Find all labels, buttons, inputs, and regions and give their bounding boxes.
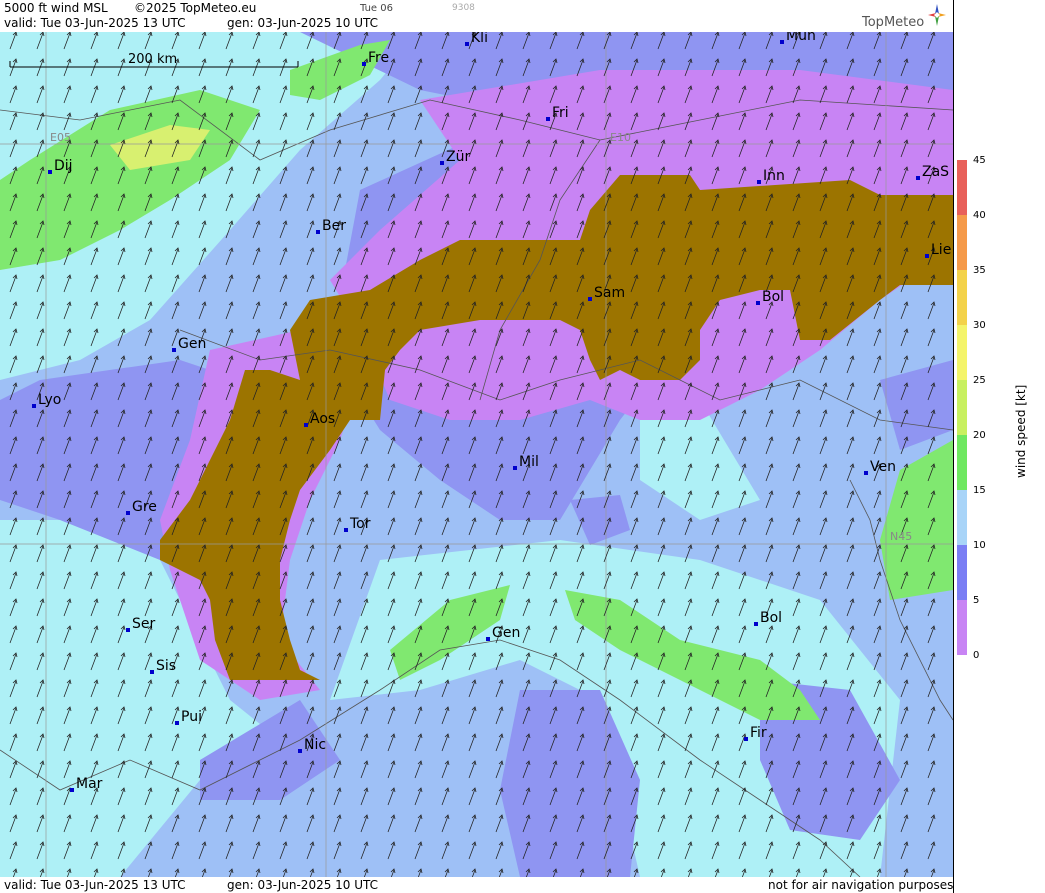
city-marker-icon <box>298 749 302 753</box>
city-marker-icon <box>344 528 348 532</box>
city-marker-icon <box>440 161 444 165</box>
city-marker-icon <box>126 511 130 515</box>
city-label[interactable]: Sam <box>588 285 625 301</box>
city-marker-icon <box>486 637 490 641</box>
disclaimer: not for air navigation purposes <box>768 878 954 892</box>
gen-time: gen: 03-Jun-2025 10 UTC <box>227 16 379 30</box>
city-marker-icon <box>126 628 130 632</box>
color-bar-segment <box>957 270 967 325</box>
city-marker-icon <box>175 721 179 725</box>
color-bar-segment <box>957 380 967 435</box>
city-marker-icon <box>780 40 784 44</box>
color-bar-segment <box>957 545 967 600</box>
city-marker-icon <box>916 176 920 180</box>
city-marker-icon <box>744 737 748 741</box>
scale-label: 200 km <box>128 52 178 67</box>
grid-label-e10: E10 <box>610 131 631 144</box>
city-marker-icon <box>70 788 74 792</box>
city-label[interactable]: Lie <box>925 242 951 258</box>
city-label[interactable]: Ber <box>316 218 346 234</box>
color-bar-segment <box>957 600 967 655</box>
city-label[interactable]: Ven <box>864 459 896 475</box>
city-marker-icon <box>316 230 320 234</box>
city-marker-icon <box>513 466 517 470</box>
city-marker-icon <box>32 404 36 408</box>
footer-gen-time: gen: 03-Jun-2025 10 UTC <box>227 878 379 892</box>
code-label: 9308 <box>452 3 475 13</box>
city-label[interactable]: Kli <box>465 32 488 46</box>
city-label[interactable]: Gre <box>126 499 157 515</box>
city-label[interactable]: Inn <box>757 168 785 184</box>
city-label[interactable]: Fre <box>362 50 389 66</box>
logo-compass-icon <box>928 4 946 26</box>
city-label[interactable]: Bol <box>754 610 782 626</box>
city-label[interactable]: Pui <box>175 709 202 725</box>
city-marker-icon <box>756 301 760 305</box>
city-marker-icon <box>588 297 592 301</box>
legend-tick: 45 <box>973 155 986 166</box>
city-marker-icon <box>362 62 366 66</box>
valid-time: valid: Tue 03-Jun-2025 13 UTC <box>4 16 186 30</box>
color-bar-segment <box>957 215 967 270</box>
city-label[interactable]: Mün <box>780 32 816 44</box>
logo-text: TopMeteo <box>862 15 925 30</box>
wind-field <box>0 32 953 877</box>
city-label[interactable]: Gen <box>486 625 520 641</box>
wind-map[interactable]: E05 E10 N45 200 km Kli Mün Fre Fri Dij Z… <box>0 32 953 877</box>
city-marker-icon <box>150 670 154 674</box>
city-marker-icon <box>757 180 761 184</box>
city-marker-icon <box>864 471 868 475</box>
city-label[interactable]: Zür <box>440 149 470 165</box>
city-label[interactable]: Bol <box>756 289 784 305</box>
city-marker-icon <box>304 423 308 427</box>
legend-tick: 0 <box>973 650 980 661</box>
city-marker-icon <box>48 170 52 174</box>
legend-tick: 5 <box>973 595 980 606</box>
footer: valid: Tue 03-Jun-2025 13 UTC gen: 03-Ju… <box>0 877 953 893</box>
city-marker-icon <box>754 622 758 626</box>
city-label[interactable]: Mil <box>513 454 539 470</box>
legend-tick: 15 <box>973 485 986 496</box>
city-label[interactable]: Gen <box>172 336 206 352</box>
city-label[interactable]: Fri <box>546 105 569 121</box>
color-bar-segment <box>957 435 967 490</box>
chart-title: 5000 ft wind MSL <box>4 1 108 15</box>
legend-tick: 40 <box>973 210 986 221</box>
legend-tick: 35 <box>973 265 986 276</box>
legend-tick: 25 <box>973 375 986 386</box>
city-marker-icon <box>546 117 550 121</box>
city-marker-icon <box>465 42 469 46</box>
copyright: ©2025 TopMeteo.eu <box>134 1 257 15</box>
time-tab[interactable]: Tue 06 <box>360 3 393 14</box>
grid-label-e05: E05 <box>50 131 71 144</box>
legend-tick: 10 <box>973 540 986 551</box>
city-label[interactable]: Aos <box>304 411 335 427</box>
footer-valid-time: valid: Tue 03-Jun-2025 13 UTC <box>4 878 186 892</box>
header: 5000 ft wind MSL ©2025 TopMeteo.eu Tue 0… <box>0 0 953 32</box>
city-marker-icon <box>172 348 176 352</box>
city-marker-icon <box>925 254 929 258</box>
city-label[interactable]: Lyo <box>32 392 61 408</box>
city-label[interactable]: Dij <box>48 158 73 174</box>
legend-tick: 20 <box>973 430 986 441</box>
city-label[interactable]: Sis <box>150 658 176 674</box>
city-label[interactable]: ZaS <box>916 164 949 180</box>
city-label[interactable]: Nic <box>298 737 326 753</box>
legend: wind speed [kt] <box>953 0 1045 893</box>
color-bar-segment <box>957 325 967 380</box>
color-bar-segment <box>957 490 967 545</box>
city-label[interactable]: Ser <box>126 616 155 632</box>
city-label[interactable]: Tor <box>344 516 371 532</box>
legend-tick: 30 <box>973 320 986 331</box>
city-label[interactable]: Mar <box>70 776 102 792</box>
color-bar-segment <box>957 160 967 215</box>
city-label[interactable]: Fir <box>744 725 767 741</box>
grid-label-n45: N45 <box>890 530 913 543</box>
legend-label: wind speed [kt] <box>1014 384 1028 478</box>
color-bar <box>957 160 967 655</box>
